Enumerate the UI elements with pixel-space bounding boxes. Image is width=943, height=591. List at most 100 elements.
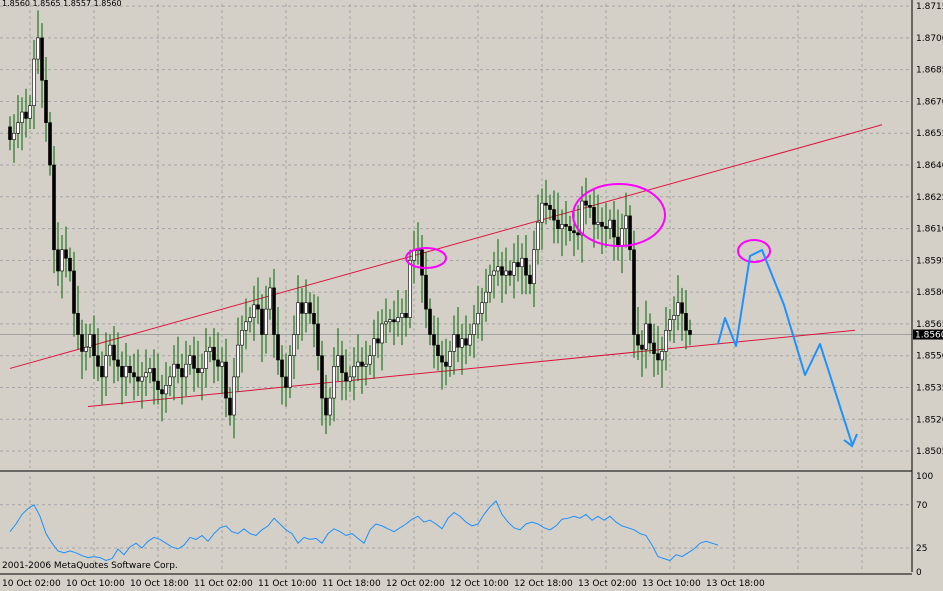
candle[interactable] (372, 338, 376, 357)
candle[interactable] (160, 389, 164, 395)
candle[interactable] (656, 353, 660, 361)
candle[interactable] (620, 228, 624, 246)
candle[interactable] (116, 359, 120, 367)
candle[interactable] (532, 249, 536, 284)
candle[interactable] (100, 366, 104, 378)
candle[interactable] (588, 204, 592, 208)
candle[interactable] (312, 313, 316, 325)
candle[interactable] (520, 257, 524, 268)
candle[interactable] (24, 111, 28, 119)
candle[interactable] (64, 249, 68, 259)
candle[interactable] (468, 334, 472, 346)
candle[interactable] (180, 368, 184, 378)
candle[interactable] (172, 363, 176, 378)
candle[interactable] (72, 270, 76, 314)
candle[interactable] (336, 355, 340, 367)
candle[interactable] (676, 302, 680, 316)
candle[interactable] (464, 338, 468, 346)
candle[interactable] (260, 308, 264, 335)
candle[interactable] (400, 313, 404, 318)
candle[interactable] (44, 79, 48, 123)
candle[interactable] (104, 355, 108, 378)
candle[interactable] (476, 313, 480, 325)
candle[interactable] (592, 207, 596, 225)
candle[interactable] (248, 317, 252, 323)
candle[interactable] (572, 230, 576, 234)
candle[interactable] (492, 270, 496, 276)
candle[interactable] (584, 200, 588, 206)
candle[interactable] (368, 355, 372, 365)
candle[interactable] (244, 321, 248, 331)
candle[interactable] (360, 361, 364, 367)
candle[interactable] (456, 334, 460, 348)
candle[interactable] (188, 355, 192, 365)
candle[interactable] (236, 344, 240, 378)
candle[interactable] (36, 37, 40, 60)
candle[interactable] (560, 224, 564, 229)
candle[interactable] (52, 164, 56, 251)
candle[interactable] (68, 257, 72, 272)
candle[interactable] (644, 323, 648, 350)
candle[interactable] (228, 397, 232, 416)
candle[interactable] (488, 274, 492, 293)
candle[interactable] (76, 313, 80, 335)
candle[interactable] (440, 355, 444, 363)
candle[interactable] (680, 302, 684, 314)
candle[interactable] (128, 366, 132, 373)
candle[interactable] (232, 376, 236, 416)
candle[interactable] (268, 287, 272, 310)
candle[interactable] (252, 304, 256, 318)
candle[interactable] (600, 221, 604, 227)
candle[interactable] (564, 224, 568, 227)
candle[interactable] (296, 302, 300, 335)
candle[interactable] (200, 368, 204, 373)
candle[interactable] (48, 122, 52, 166)
candle[interactable] (632, 249, 636, 335)
candle[interactable] (500, 266, 504, 276)
candle[interactable] (640, 344, 644, 350)
candle[interactable] (524, 257, 528, 276)
candle[interactable] (292, 334, 296, 357)
candle[interactable] (484, 291, 488, 304)
candle[interactable] (212, 346, 216, 361)
candle[interactable] (140, 376, 144, 382)
candle[interactable] (536, 221, 540, 251)
candle[interactable] (580, 200, 584, 236)
candle[interactable] (216, 359, 220, 367)
candle[interactable] (636, 334, 640, 346)
candle[interactable] (224, 361, 228, 399)
candle[interactable] (320, 355, 324, 399)
candle[interactable] (544, 202, 548, 206)
candle[interactable] (92, 334, 96, 357)
candle[interactable] (480, 302, 484, 314)
candle[interactable] (660, 351, 664, 361)
candle[interactable] (596, 221, 600, 225)
candle[interactable] (316, 323, 320, 357)
candle[interactable] (240, 329, 244, 346)
candle[interactable] (164, 385, 168, 395)
candle[interactable] (28, 105, 32, 119)
candle[interactable] (408, 260, 412, 318)
candle[interactable] (96, 355, 100, 367)
candle[interactable] (604, 226, 608, 229)
candle[interactable] (668, 319, 672, 331)
candle[interactable] (688, 329, 692, 335)
candle[interactable] (376, 338, 380, 344)
candle[interactable] (352, 366, 356, 378)
candle[interactable] (516, 262, 520, 268)
candle[interactable] (124, 366, 128, 378)
chart-window[interactable]: 1.8505 1.8520 1.8535 1.8550 1.8565 1.8580 1.85… (0, 0, 943, 591)
candle[interactable] (624, 215, 628, 229)
candle[interactable] (132, 372, 136, 378)
candle[interactable] (608, 219, 612, 229)
candle[interactable] (364, 363, 368, 367)
candle[interactable] (472, 323, 476, 335)
candle[interactable] (404, 313, 408, 318)
candle[interactable] (80, 334, 84, 352)
candle[interactable] (448, 351, 452, 367)
candle[interactable] (152, 368, 156, 382)
candle[interactable] (428, 308, 432, 335)
candle[interactable] (56, 249, 60, 272)
candle[interactable] (148, 368, 152, 373)
candle[interactable] (684, 313, 688, 331)
